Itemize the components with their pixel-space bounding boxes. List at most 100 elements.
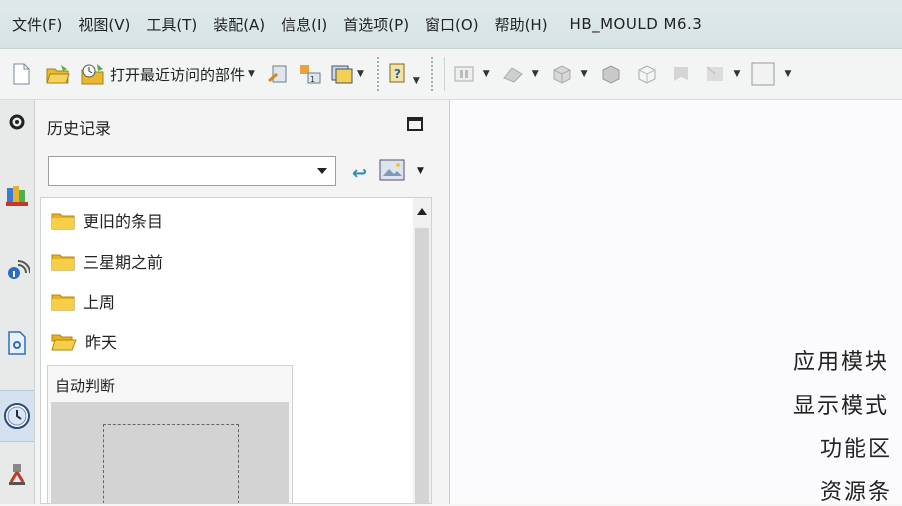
preview-title: 自动判断 [55,377,116,395]
callout-display-mode: 显示模式 [793,394,890,419]
wireframe-cube-icon [638,65,656,84]
rail-assembly-navigator-button[interactable] [0,182,34,208]
section-button[interactable] [702,59,728,89]
color-dropdown-icon[interactable]: ▼ [784,69,791,79]
toolbar-grip-2[interactable] [429,56,434,92]
menu-assembly[interactable]: 装配(A) [213,14,265,35]
menu-help[interactable]: 帮助(H) [495,14,548,35]
rail-document-button[interactable] [0,330,34,356]
menu-file[interactable]: 文件(F) [12,14,62,35]
menu-window[interactable]: 窗口(O) [425,14,479,35]
open-file-button[interactable] [44,59,72,89]
folder-closed-icon [51,213,75,230]
scroll-thumb[interactable] [415,228,429,503]
standard-toolbar: 打开最近访问的部件 ▼ 1 ▼ ? ▼ ▼ ▼ ▼ ▼ ▼ [0,49,902,100]
tool-button-1[interactable]: 1 [297,59,323,89]
callout-ribbon: 功能区 [820,437,893,462]
list-item[interactable]: 更旧的条目 [51,208,163,232]
help-icon: ? [389,63,405,83]
assembly-load-button[interactable] [265,59,291,89]
flag-button[interactable] [668,59,694,89]
svg-text:1: 1 [310,75,315,84]
list-item[interactable]: 三星期之前 [51,249,163,273]
preview-thumbnail [51,402,289,503]
recent-parts-button[interactable]: 打开最近访问的部件 ▼ [80,59,255,89]
gear-icon [9,114,25,130]
menu-bar: 文件(F) 视图(V) 工具(T) 装配(A) 信息(I) 首选项(P) 窗口(… [0,0,902,49]
history-list: 更旧的条目 三星期之前 上周 昨天 自动判断 [40,197,432,504]
history-panel: 历史记录 ↩ ▼ 更旧的条目 三星期之前 上周 昨天 自动判断 [35,100,450,504]
windows-icon [331,65,353,84]
view-style-button[interactable] [379,158,405,182]
flag-icon [673,67,688,81]
list-item[interactable]: 昨天 [51,329,117,353]
color-swatch-icon [751,62,775,86]
cube-solid-icon [602,65,620,84]
list-item-label: 三星期之前 [83,253,164,272]
toolbar-separator [443,57,445,91]
part-tool-icon: 1 [299,65,321,84]
rail-tool-button[interactable] [0,460,34,488]
list-item-label: 更旧的条目 [83,212,164,231]
render-dropdown-icon[interactable]: ▼ [581,69,588,79]
shaded-dropdown-icon[interactable]: ▼ [532,69,539,79]
wireframe-button[interactable] [634,59,660,89]
section-dropdown-icon[interactable]: ▼ [734,69,741,79]
list-item[interactable]: 上周 [51,289,115,313]
preview-selection-box [103,424,239,503]
list-item-label: 昨天 [85,333,118,352]
view-orient-icon [454,66,474,82]
history-scrollbar[interactable] [413,198,431,503]
view-orient-dropdown-icon[interactable]: ▼ [483,69,490,79]
rail-history-button[interactable] [0,390,34,442]
history-clock-icon [4,403,30,429]
view-orient-button[interactable] [451,59,477,89]
history-filter-combo[interactable] [48,156,336,186]
maximize-panel-button[interactable] [407,117,423,131]
return-arrow-icon[interactable]: ↩ [352,163,367,184]
window-dropdown-icon[interactable]: ▼ [357,69,364,79]
recent-parts-icon [81,64,104,85]
assembly-load-icon [267,65,287,83]
menu-view[interactable]: 视图(V) [78,14,130,35]
folder-closed-icon [51,254,75,271]
graphics-window[interactable]: 应用模块 显示模式 功能区 资源条 [450,100,902,505]
open-folder-icon [46,65,70,84]
view-style-dropdown-icon[interactable]: ▼ [417,166,424,176]
chevron-down-icon[interactable]: ▼ [248,69,255,79]
scroll-up-arrow-icon[interactable] [417,208,427,215]
rail-info-button[interactable] [0,256,34,282]
menu-information[interactable]: 信息(I) [281,14,327,35]
cube-icon [553,65,571,84]
combo-chevron-down-icon[interactable] [317,168,327,174]
document-icon [8,331,26,355]
resource-bar [0,100,35,504]
shaded-button[interactable] [500,59,526,89]
image-view-icon [379,159,405,181]
help-button[interactable]: ? [384,59,410,89]
preview-card[interactable]: 自动判断 [47,365,293,503]
window-button[interactable] [329,59,355,89]
wifi-info-icon [8,260,30,279]
render-style-button[interactable] [549,59,575,89]
cube-shaded-button[interactable] [598,59,624,89]
color-button[interactable] [750,59,776,89]
folder-closed-icon [51,294,75,311]
callout-resource-bar: 资源条 [820,480,893,505]
menu-hb-mould[interactable]: HB_MOULD M6.3 [570,15,703,33]
svg-text:?: ? [394,67,401,81]
new-file-button[interactable] [8,59,34,89]
menu-preferences[interactable]: 首选项(P) [343,14,409,35]
toolbar-grip[interactable] [375,56,380,92]
rail-settings-button[interactable] [0,112,34,132]
panel-title: 历史记录 [47,119,112,138]
shaded-icon [502,67,523,83]
folder-open-icon [51,334,77,351]
help-dropdown-icon[interactable]: ▼ [413,76,420,86]
list-item-label: 上周 [83,293,116,312]
menu-tools[interactable]: 工具(T) [146,14,197,35]
new-file-icon [13,63,30,85]
section-icon [706,66,723,81]
assembly-navigator-icon [6,186,28,206]
recent-parts-label: 打开最近访问的部件 [110,65,246,84]
